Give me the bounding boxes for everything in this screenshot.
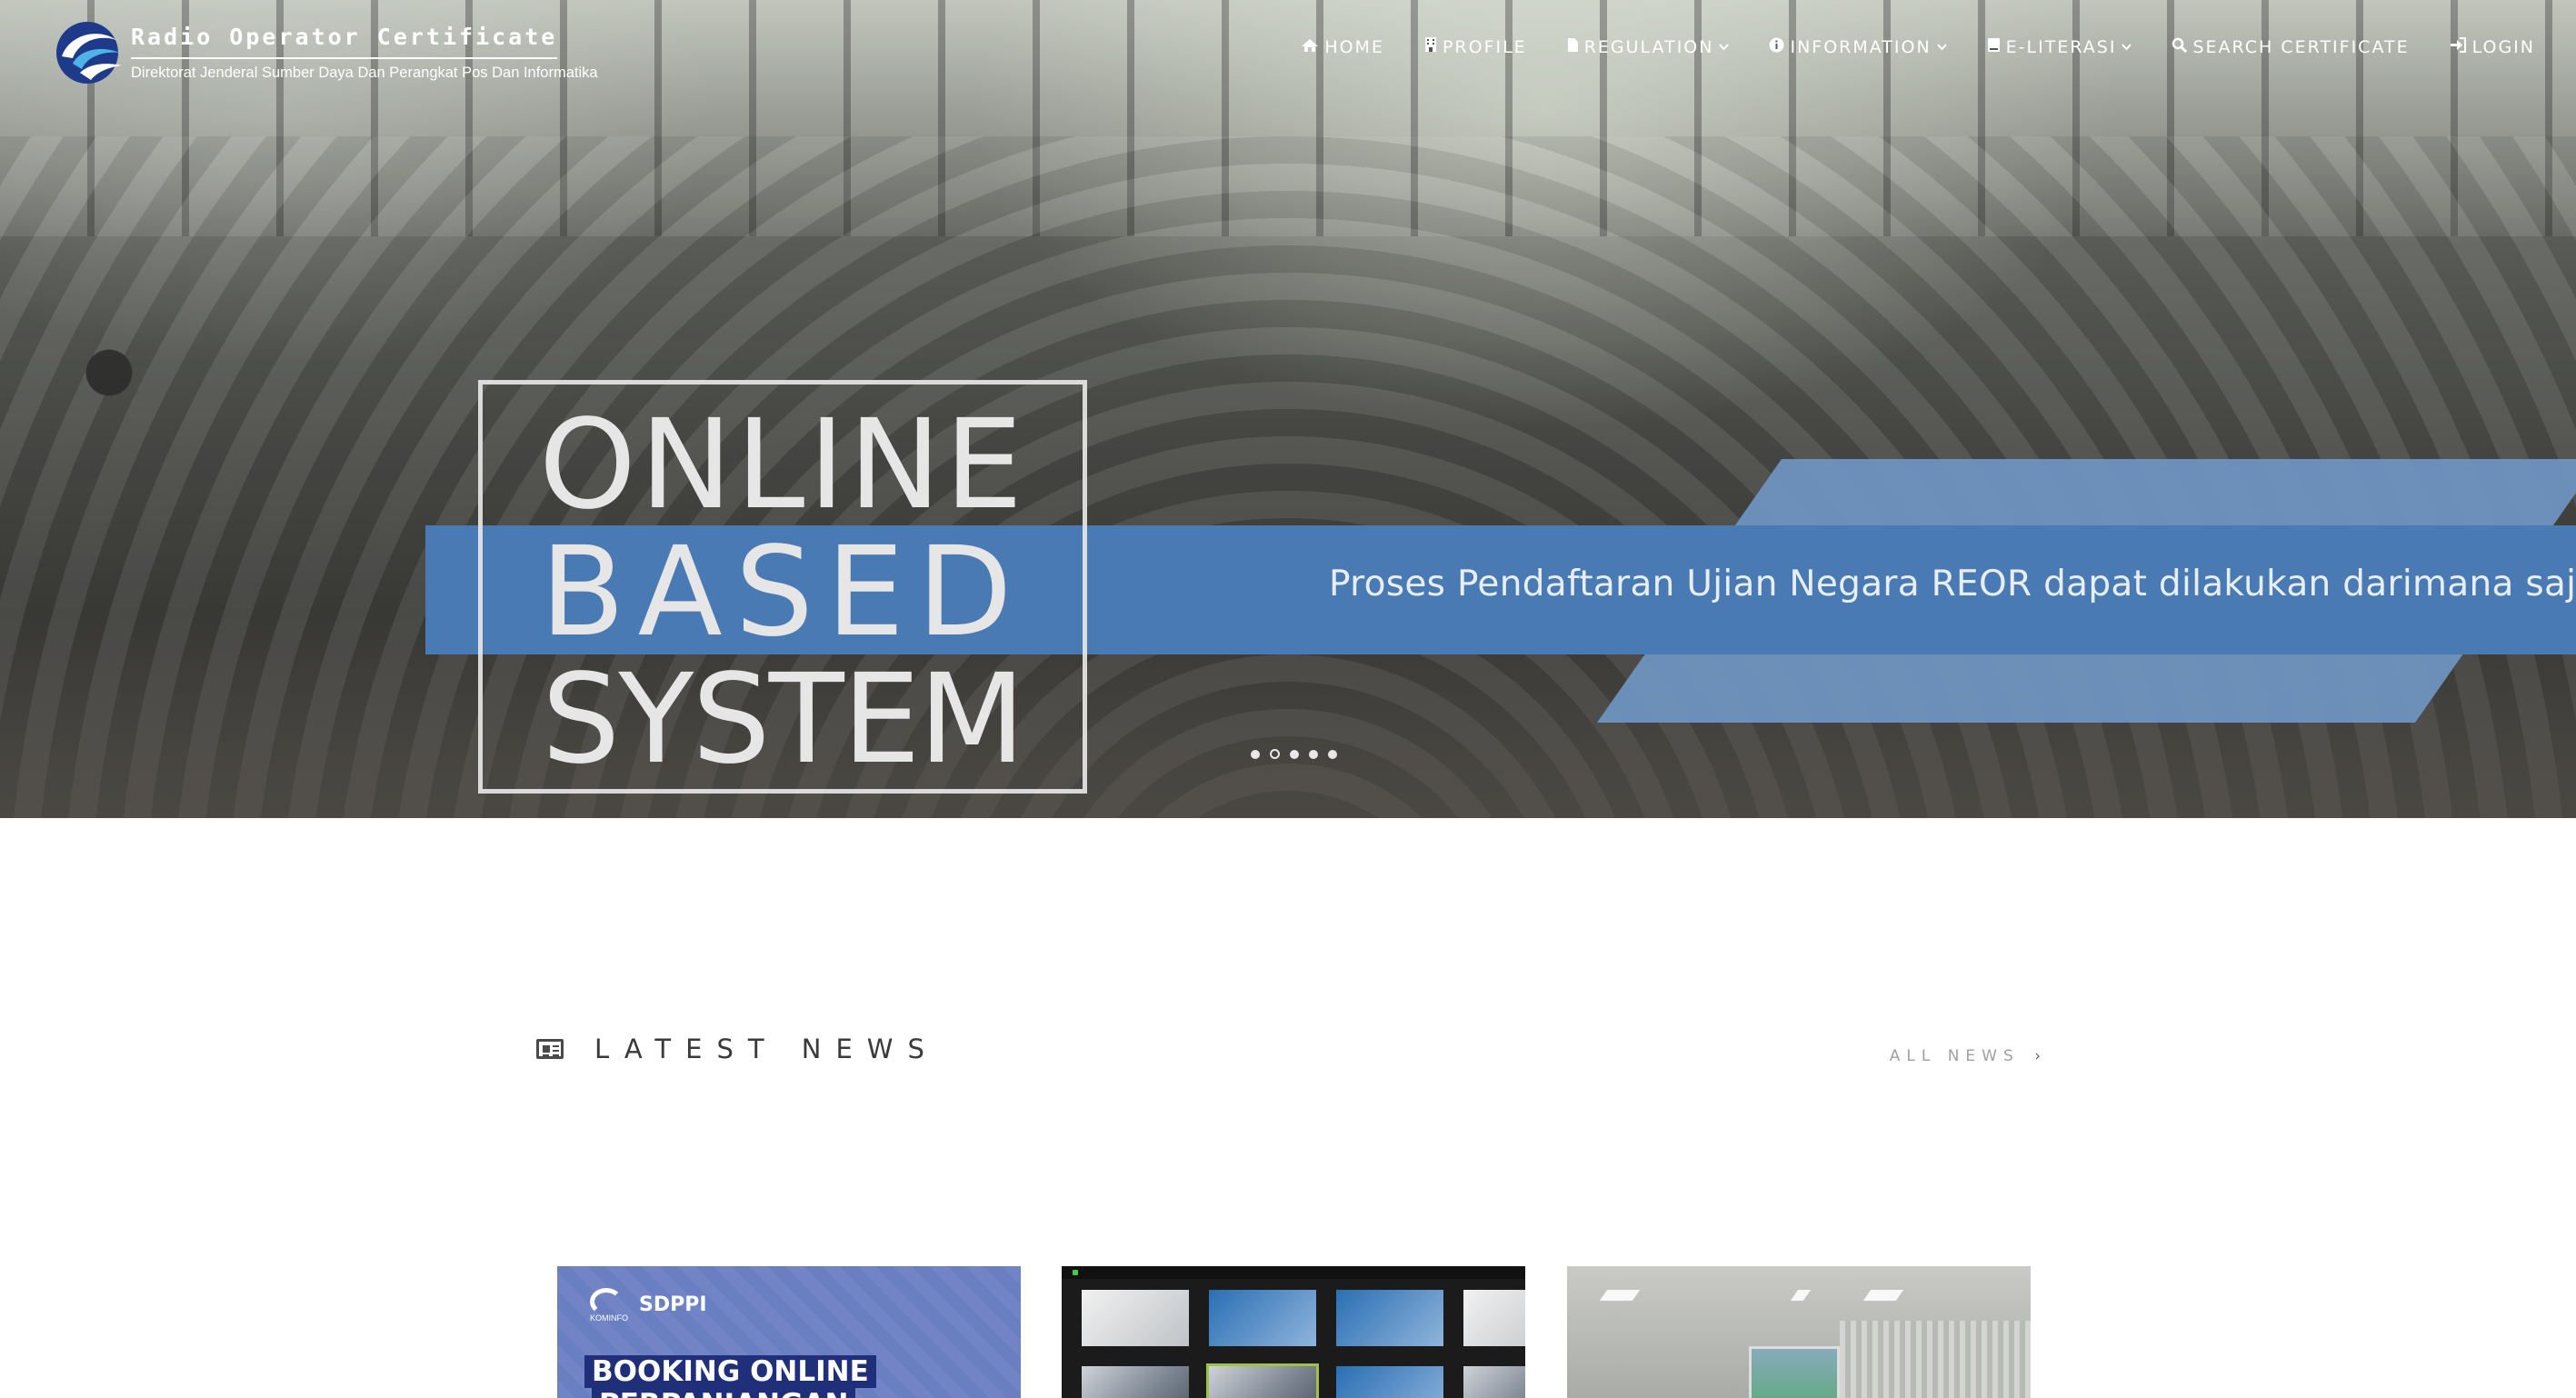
nav-login-label: LOGIN: [2471, 36, 2535, 57]
video-tile: [1082, 1290, 1189, 1346]
all-news-link[interactable]: ALL NEWS ›: [1890, 1047, 2047, 1065]
box-line-3: SYSTEM: [541, 648, 1025, 792]
video-tile: [1463, 1366, 1525, 1398]
slider-pagination: [1251, 749, 1337, 759]
file-icon: [1567, 37, 1579, 57]
nav-profile[interactable]: PROFILE: [1424, 36, 1527, 57]
nav-e-literasi[interactable]: E-LITERASI: [1987, 36, 2132, 57]
chevron-right-icon: ›: [2034, 1047, 2047, 1065]
video-tile: [1336, 1366, 1443, 1398]
nav-e-literasi-label: E-LITERASI: [2005, 36, 2117, 57]
video-call-grid: [1082, 1290, 1525, 1398]
nav-search-certificate[interactable]: SEARCH CERTIFICATE: [2172, 36, 2409, 57]
latest-news-header: LATEST NEWS: [536, 1034, 939, 1064]
newspaper-icon: [536, 1039, 564, 1059]
nav-search-certificate-label: SEARCH CERTIFICATE: [2192, 36, 2410, 57]
nav-information-label: INFORMATION: [1790, 36, 1932, 57]
video-tile: [1209, 1290, 1316, 1346]
top-navbar: Radio Operator Certificate Direktorat Je…: [0, 0, 2576, 100]
video-tile: [1082, 1366, 1189, 1398]
info-circle-icon: [1769, 37, 1784, 57]
slider-dot[interactable]: [1309, 750, 1318, 759]
latest-news-title: LATEST NEWS: [594, 1034, 939, 1064]
book-icon: [1987, 37, 2001, 57]
kominfo-logo-icon: [53, 16, 125, 87]
slider-dot-active[interactable]: [1270, 749, 1280, 759]
main-nav: HOME PROFILE REGULATION INFORMATION E-LI…: [1261, 36, 2535, 57]
hero-slider[interactable]: Proses Pendaftaran Ujian Negara REOR dap…: [0, 0, 2576, 818]
nav-regulation-label: REGULATION: [1583, 36, 1714, 57]
box-line-2: BASED: [540, 521, 1025, 664]
nav-profile-label: PROFILE: [1442, 36, 1527, 57]
brand-subtitle: Direktorat Jenderal Sumber Daya Dan Pera…: [131, 65, 598, 81]
slider-dot[interactable]: [1251, 750, 1260, 759]
window-blinds: [1840, 1321, 2031, 1398]
brand[interactable]: Radio Operator Certificate Direktorat Je…: [53, 16, 598, 87]
sdppi-logo: SDPPI: [639, 1293, 707, 1316]
chevron-down-icon: [2122, 40, 2132, 55]
card-image-heading: BOOKING ONLINE: [584, 1355, 876, 1388]
video-tile: [1336, 1290, 1443, 1346]
nav-regulation[interactable]: REGULATION: [1567, 36, 1730, 57]
video-call-toolbar: [1062, 1266, 1525, 1279]
banner-caption: Proses Pendaftaran Ujian Negara REOR dap…: [1329, 564, 2576, 604]
video-tile-active-speaker: [1206, 1363, 1319, 1398]
nav-home-label: HOME: [1324, 36, 1384, 57]
slider-dot[interactable]: [1290, 750, 1299, 759]
nav-information[interactable]: INFORMATION: [1769, 36, 1947, 57]
projector-screen: [1749, 1346, 1840, 1398]
video-tile: [1463, 1290, 1525, 1346]
brand-title: Radio Operator Certificate: [131, 24, 558, 59]
search-icon: [2172, 37, 2188, 57]
box-line-1: ONLINE: [538, 394, 1027, 537]
online-based-system-box: ONLINE BASED SYSTEM: [478, 380, 1087, 794]
kominfo-logo-icon: KOMINFO: [590, 1288, 628, 1323]
chevron-down-icon: [1719, 40, 1730, 55]
nav-login[interactable]: LOGIN: [2450, 36, 2535, 57]
news-card[interactable]: KOMINFO SDPPI BOOKING ONLINE PERPANJANGA…: [557, 1266, 1021, 1398]
ceiling-lights: [1567, 1290, 2031, 1303]
sign-in-icon: [2450, 36, 2467, 57]
chevron-down-icon: [1936, 40, 1947, 55]
news-card[interactable]: [1567, 1266, 2031, 1398]
news-card[interactable]: [1062, 1266, 1525, 1398]
nav-home[interactable]: HOME: [1301, 36, 1384, 57]
slider-dot[interactable]: [1328, 750, 1337, 759]
card-image-heading-2: PERPANJANGAN: [592, 1388, 856, 1398]
building-icon: [1424, 36, 1437, 57]
all-news-label: ALL NEWS: [1889, 1047, 2020, 1065]
home-icon: [1301, 37, 1319, 57]
